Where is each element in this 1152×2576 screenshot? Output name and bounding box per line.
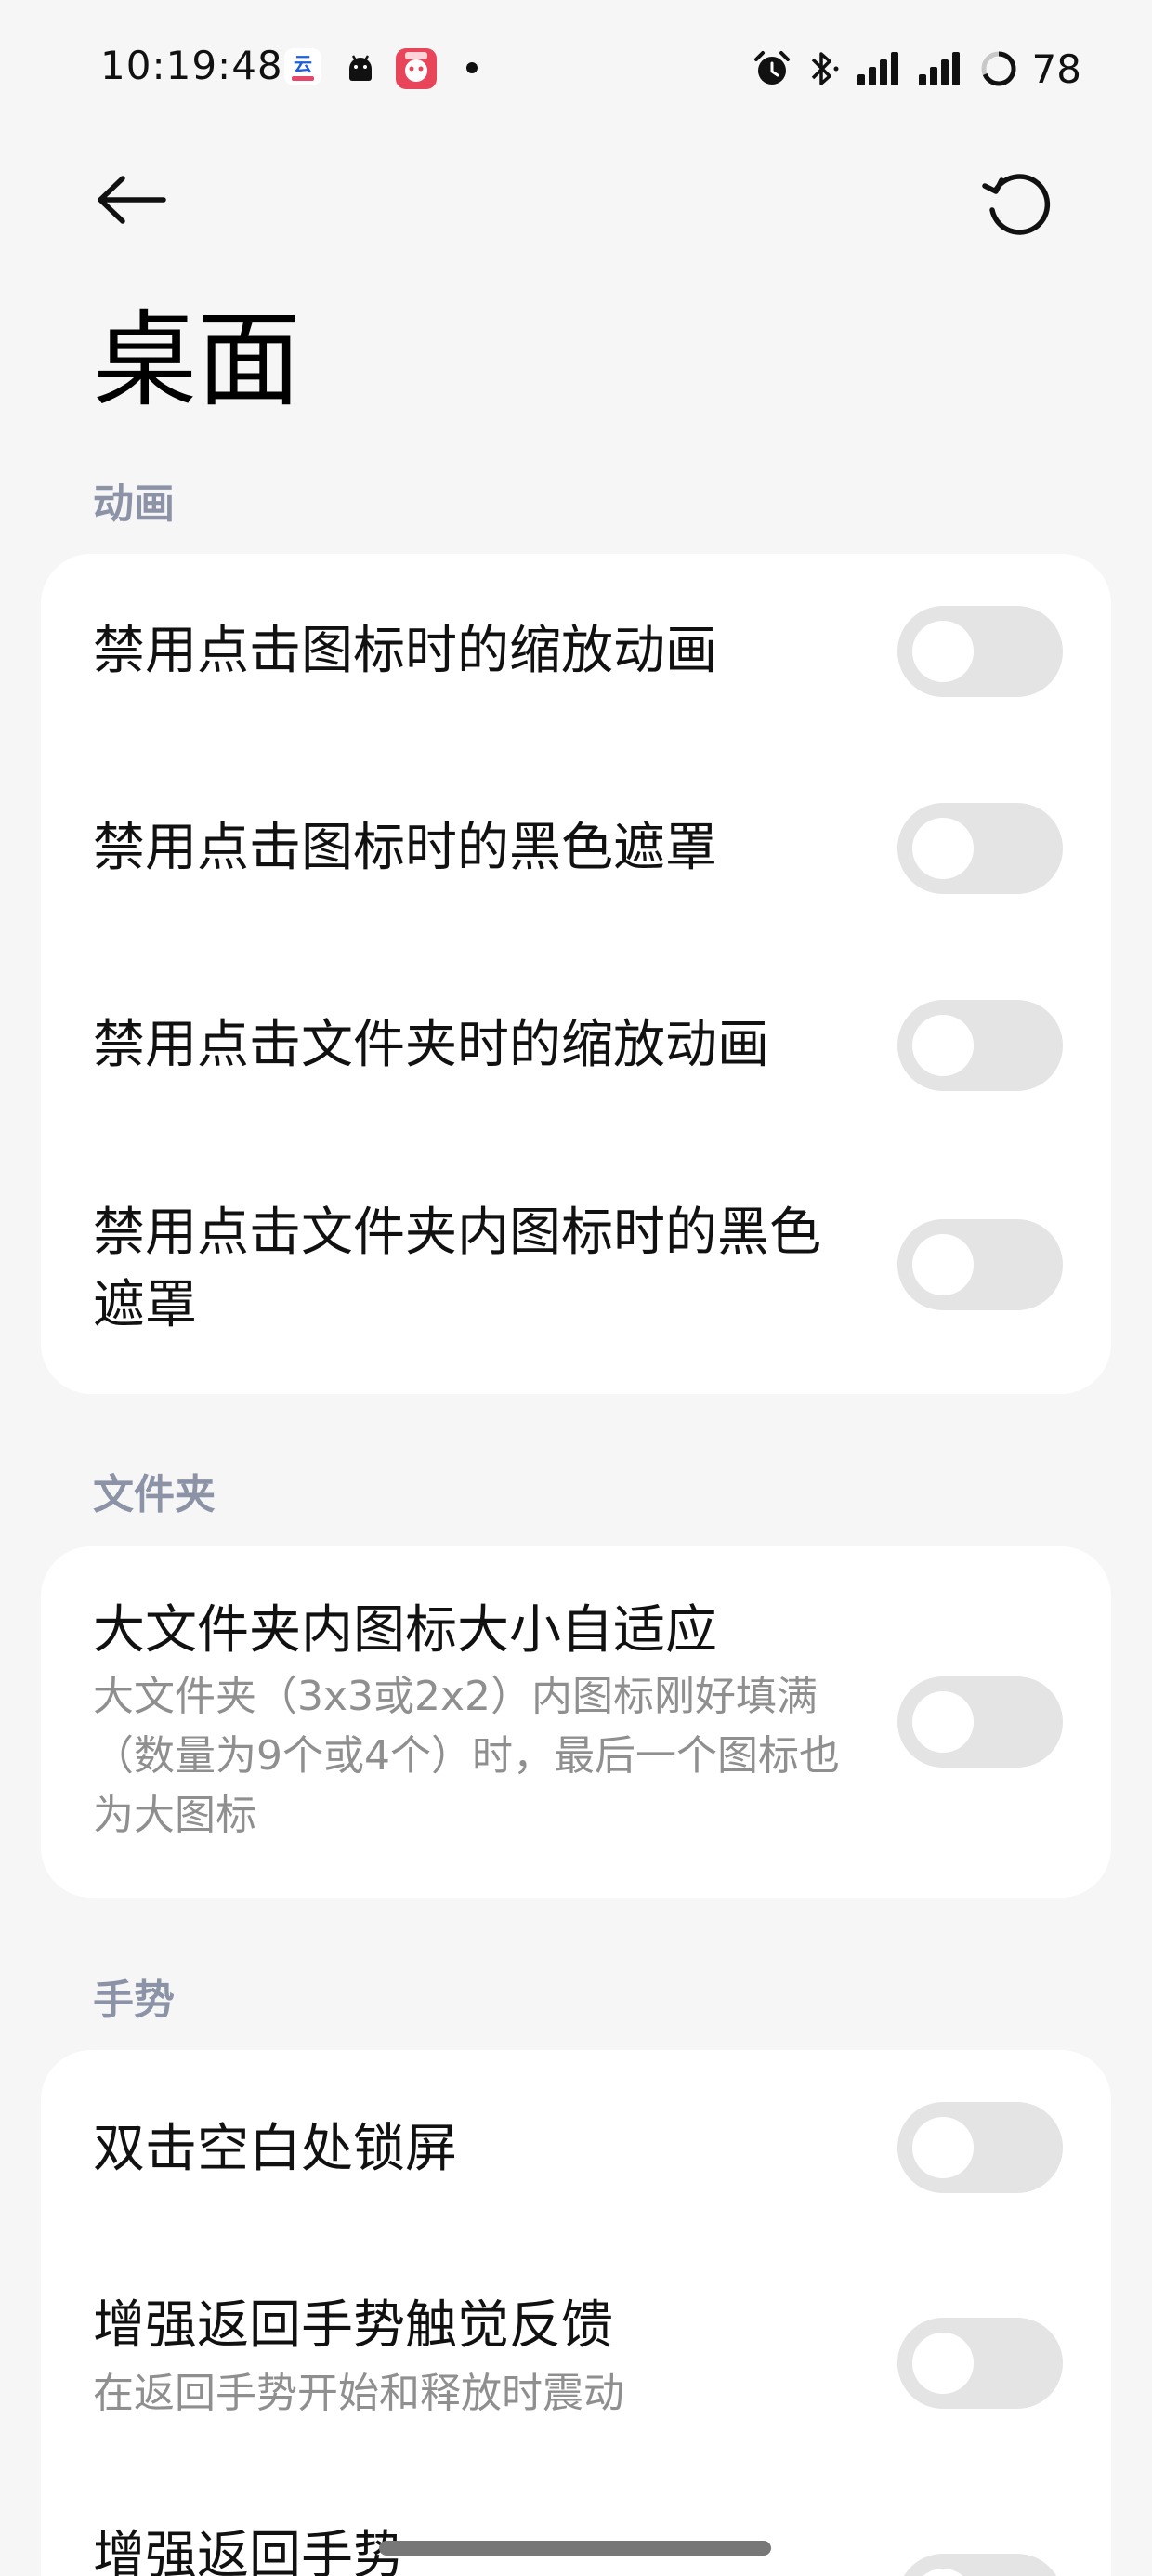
home-indicator[interactable] <box>379 2541 771 2556</box>
toggle-switch[interactable] <box>897 803 1063 894</box>
toggle-switch[interactable] <box>897 1676 1063 1768</box>
bluetooth-icon <box>811 52 839 85</box>
setting-row[interactable]: 禁用点击图标时的缩放动画 <box>41 554 1111 751</box>
setting-row[interactable]: 禁用点击文件夹内图标时的黑色遮罩 <box>41 1145 1111 1394</box>
toggle-knob <box>912 2569 974 2576</box>
section-label-folder: 文件夹 <box>93 1471 216 1518</box>
page-title: 桌面 <box>93 300 301 421</box>
back-arrow-icon <box>98 176 166 224</box>
setting-title: 双击空白处锁屏 <box>93 2119 457 2179</box>
setting-title: 禁用点击图标时的黑色遮罩 <box>93 818 717 878</box>
setting-title: 禁用点击文件夹内图标时的黑色遮罩 <box>93 1203 821 1335</box>
setting-row[interactable]: 增强返回手势触觉反馈 在返回手势开始和释放时震动 <box>41 2253 1111 2476</box>
status-icons: 78 <box>752 43 1081 95</box>
toggle-switch[interactable] <box>897 2554 1063 2576</box>
toggle-knob <box>912 621 974 682</box>
settings-screen: 10:19:48 云 78 桌面 动画 禁用点击图标时的缩放动画 禁用点击图标时… <box>0 0 1152 2576</box>
setting-row[interactable]: 双击空白处锁屏 <box>41 2050 1111 2253</box>
toggle-knob <box>912 2117 974 2178</box>
toggle-switch[interactable] <box>897 2318 1063 2409</box>
signal-2-icon <box>918 52 960 85</box>
setting-title: 大文件夹内图标大小自适应 <box>93 1600 717 1661</box>
app-notification-icon-1: 云 <box>284 48 321 85</box>
setting-subtitle: 大文件夹（3x3或2x2）内图标刚好填满（数量为9个或4个）时，最后一个图标也为… <box>93 1673 840 1839</box>
card-animation: 禁用点击图标时的缩放动画 禁用点击图标时的黑色遮罩 禁用点击文件夹时的缩放动画 … <box>41 554 1111 1394</box>
section-label-gesture: 手势 <box>93 1977 175 2024</box>
setting-row[interactable]: 禁用点击图标时的黑色遮罩 <box>41 751 1111 948</box>
battery-ring-icon <box>981 51 1016 86</box>
toggle-knob <box>912 1234 974 1295</box>
more-notifications-dot <box>466 62 478 73</box>
android-icon <box>342 48 379 85</box>
refresh-button[interactable] <box>975 158 1059 242</box>
status-time: 10:19:48 <box>100 43 283 88</box>
section-label-animation: 动画 <box>93 480 175 528</box>
toggle-switch[interactable] <box>897 1000 1063 1091</box>
setting-row[interactable]: 大文件夹内图标大小自适应 大文件夹（3x3或2x2）内图标刚好填满（数量为9个或… <box>41 1546 1111 1898</box>
setting-row[interactable]: 禁用点击文件夹时的缩放动画 <box>41 948 1111 1145</box>
setting-row[interactable]: 增强返回手势 <box>41 2476 1111 2576</box>
alarm-icon <box>753 51 790 85</box>
setting-title: 增强返回手势触觉反馈 <box>93 2295 613 2356</box>
refresh-icon <box>982 174 1051 235</box>
signal-1-icon <box>857 52 898 85</box>
toggle-switch[interactable] <box>897 1219 1063 1310</box>
toggle-switch[interactable] <box>897 606 1063 697</box>
toggle-knob <box>912 818 974 879</box>
setting-title: 禁用点击图标时的缩放动画 <box>93 621 717 681</box>
svg-text:云: 云 <box>294 55 312 75</box>
card-folder: 大文件夹内图标大小自适应 大文件夹（3x3或2x2）内图标刚好填满（数量为9个或… <box>41 1546 1111 1898</box>
toggle-switch[interactable] <box>897 2102 1063 2193</box>
status-bar: 10:19:48 云 78 <box>0 0 1152 139</box>
setting-title: 禁用点击文件夹时的缩放动画 <box>93 1015 769 1075</box>
toggle-knob <box>912 2333 974 2394</box>
card-gesture: 双击空白处锁屏 增强返回手势触觉反馈 在返回手势开始和释放时震动 增强返回手势 <box>41 2050 1111 2576</box>
toggle-knob <box>912 1691 974 1753</box>
battery-level: 78 <box>1031 46 1081 92</box>
app-notification-icon-3 <box>396 48 437 89</box>
toggle-knob <box>912 1015 974 1076</box>
setting-subtitle: 在返回手势开始和释放时震动 <box>93 2370 624 2417</box>
back-button[interactable] <box>89 158 173 242</box>
